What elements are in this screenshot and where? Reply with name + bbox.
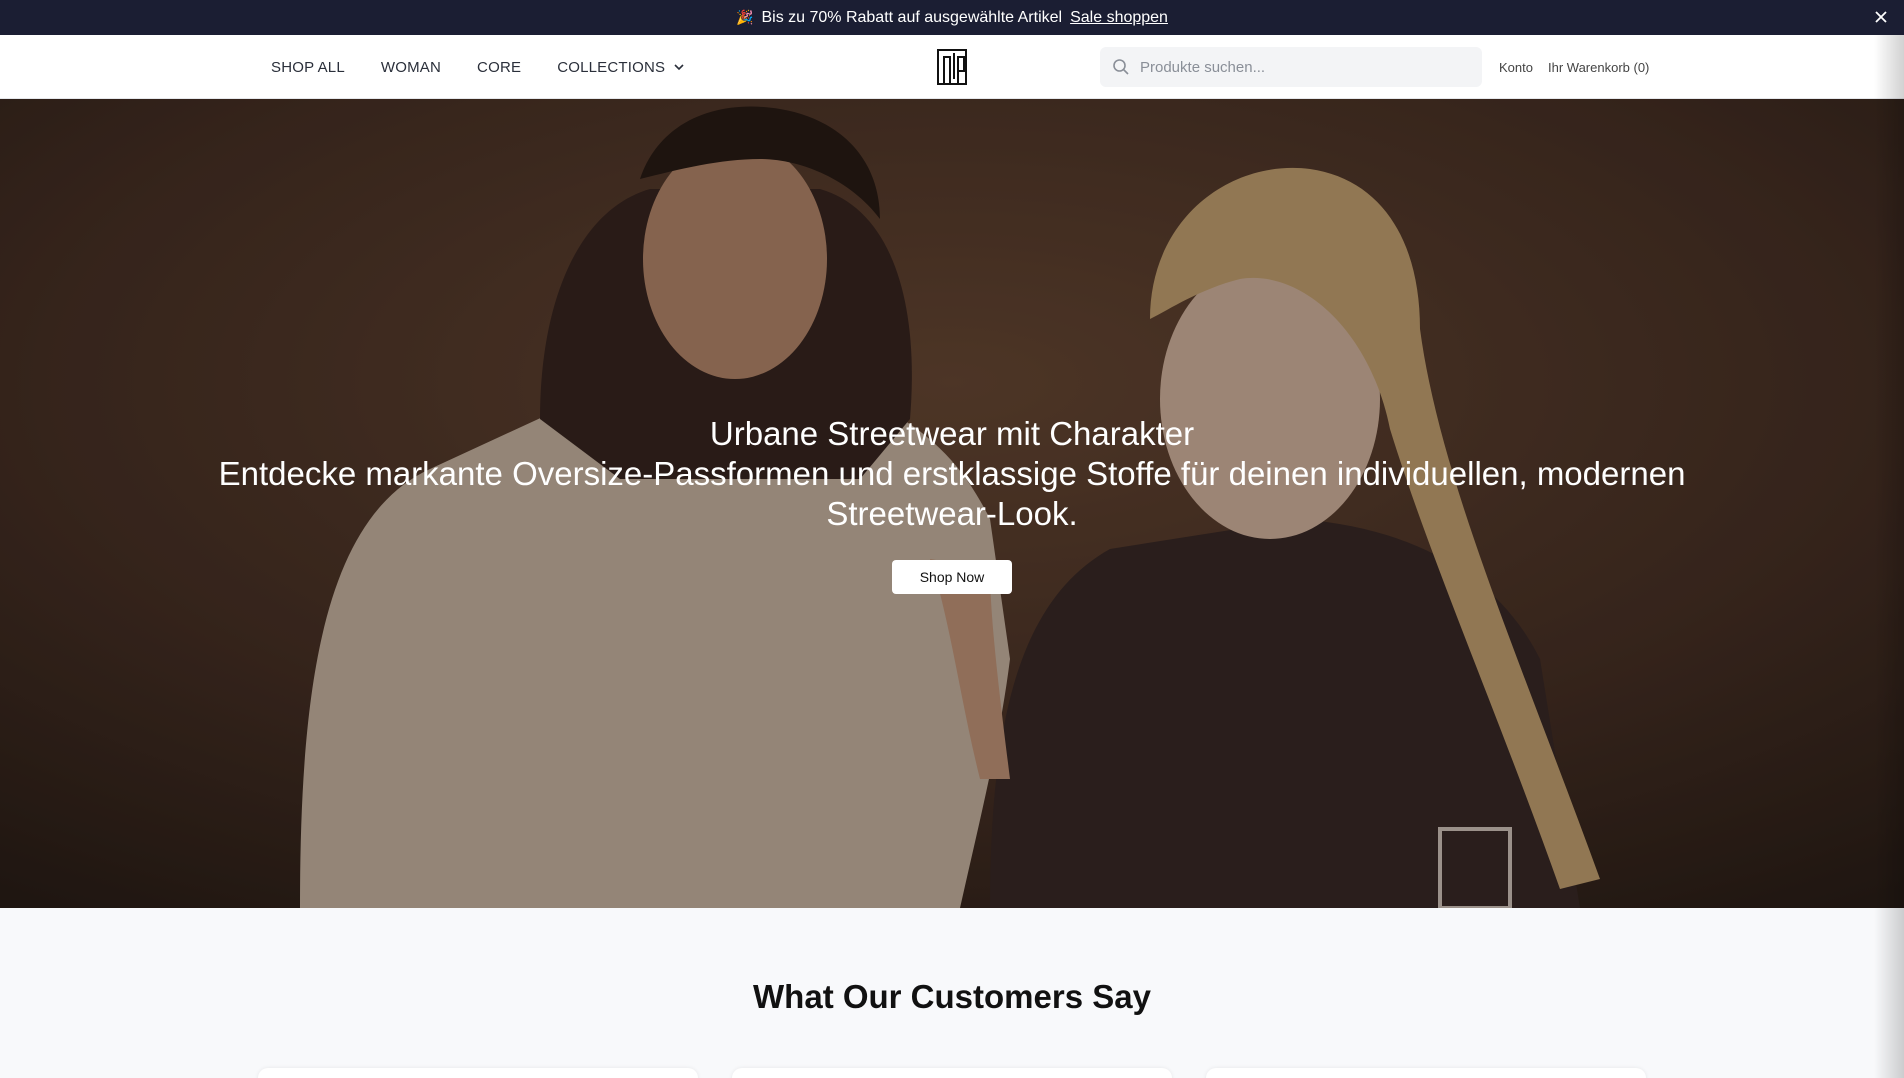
search-input[interactable]	[1140, 58, 1460, 76]
account-link[interactable]: Konto	[1499, 35, 1533, 99]
chevron-down-icon	[674, 64, 684, 71]
nav-item-shop-all[interactable]: SHOP ALL	[271, 59, 345, 76]
main-nav: SHOP ALL WOMAN CORE COLLECTIONS	[271, 35, 685, 99]
nav-item-core[interactable]: CORE	[477, 59, 521, 76]
hero-title: Urbane Streetwear mit Charakter	[709, 415, 1195, 452]
hero-content: Urbane Streetwear mit Charakter Entdecke…	[0, 414, 1904, 594]
nav-item-collections-label: COLLECTIONS	[557, 58, 666, 76]
page-edge-shadow	[1874, 35, 1904, 1078]
search-icon	[1113, 59, 1129, 75]
testimonial-card	[258, 1068, 698, 1078]
nav-item-woman[interactable]: WOMAN	[381, 59, 441, 76]
party-icon: 🎉	[736, 9, 754, 25]
announcement-text: Bis zu 70% Rabatt auf ausgewählte Artike…	[761, 8, 1063, 26]
testimonial-card	[732, 1068, 1172, 1078]
testimonials-section: What Our Customers Say	[0, 908, 1904, 1078]
shop-now-button[interactable]: Shop Now	[892, 560, 1012, 594]
testimonials-heading: What Our Customers Say	[753, 978, 1151, 1015]
brand-logo[interactable]	[937, 49, 967, 85]
announcement-bar: 🎉 Bis zu 70% Rabatt auf ausgewählte Arti…	[0, 0, 1904, 35]
testimonial-card	[1206, 1068, 1646, 1078]
sale-link[interactable]: Sale shoppen	[1070, 9, 1168, 27]
site-header: SHOP ALL WOMAN CORE COLLECTIONS Konto Ih…	[0, 35, 1904, 99]
nav-item-collections[interactable]: COLLECTIONS	[557, 59, 685, 76]
search-box[interactable]	[1100, 47, 1482, 87]
cart-link[interactable]: Ihr Warenkorb (0)	[1548, 35, 1649, 99]
close-icon[interactable]	[1870, 6, 1892, 28]
hero-subtitle: Entdecke markante Oversize-Passformen un…	[218, 455, 1686, 532]
hero-banner: Urbane Streetwear mit Charakter Entdecke…	[0, 99, 1904, 908]
